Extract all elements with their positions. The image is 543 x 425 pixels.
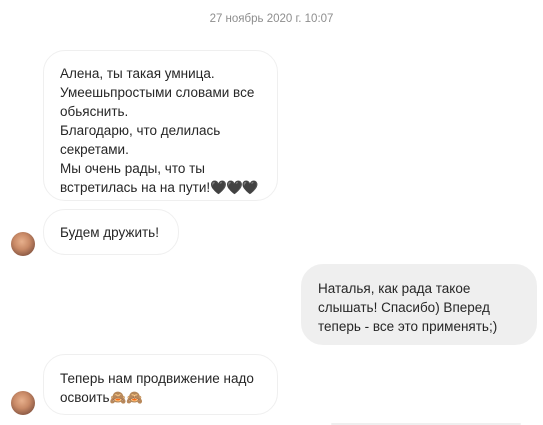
black-heart-emoji: 🖤🖤🖤	[210, 180, 258, 195]
avatar[interactable]	[11, 391, 35, 415]
incoming-message-bubble[interactable]: Алена, ты такая умница. Умеешьпростыми с…	[43, 50, 278, 201]
incoming-message-bubble[interactable]: Будем дружить!	[43, 209, 179, 255]
message-timestamp: 27 ноябрь 2020 г. 10:07	[209, 13, 334, 25]
message-text: Наталья, как рада такое слышать! Спасибо…	[318, 281, 498, 334]
incoming-message-bubble[interactable]: Теперь нам продвижение надо освоить🙈🙈	[43, 354, 278, 415]
outgoing-message-bubble[interactable]: Наталья, как рада такое слышать! Спасибо…	[301, 264, 537, 345]
chat-thread: 27 ноябрь 2020 г. 10:07 Алена, ты такая …	[0, 0, 543, 425]
message-text: Будем дружить!	[60, 225, 159, 240]
avatar[interactable]	[11, 232, 35, 256]
message-text: Алена, ты такая умница. Умеешьпростыми с…	[60, 66, 255, 195]
message-text: Теперь нам продвижение надо освоить🙈🙈	[60, 371, 254, 405]
